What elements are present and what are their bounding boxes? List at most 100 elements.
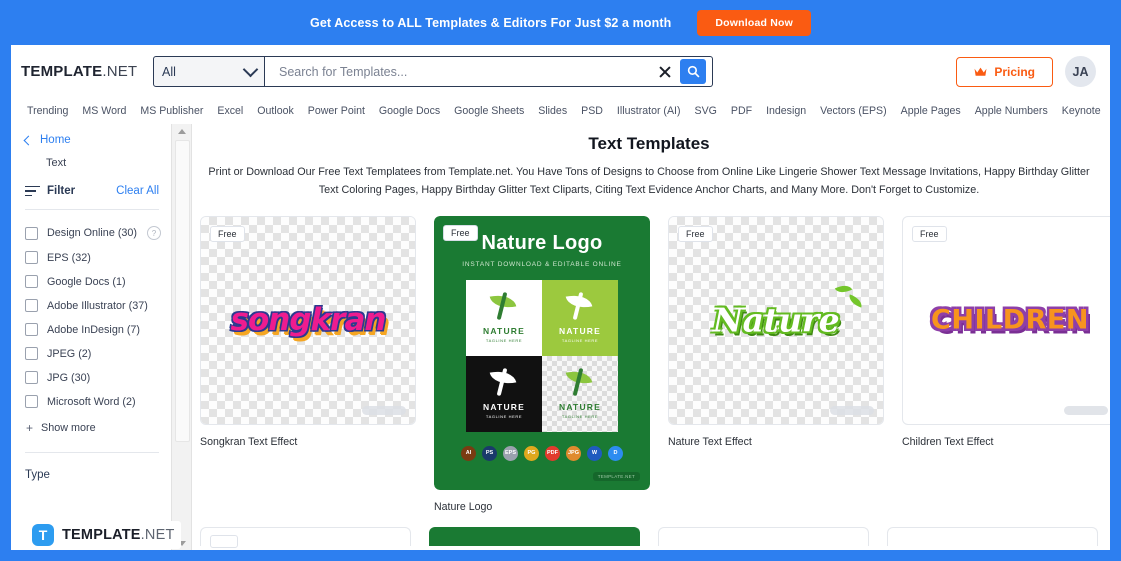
main-content: Text Templates Print or Download Our Fre… xyxy=(190,124,1110,550)
facet-jpeg[interactable]: JPEG (2) xyxy=(25,347,171,360)
brand-tagline: TAGLINE HERE xyxy=(485,338,523,344)
logo-variant-black: NATURE TAGLINE HERE xyxy=(466,355,542,432)
template-card-partial[interactable] xyxy=(200,526,411,548)
template-thumbnail[interactable]: Free Nature xyxy=(668,215,884,425)
artwork-text: CHILDREN xyxy=(931,304,1089,336)
facet-label: Design Online (30) xyxy=(47,227,138,239)
template-card-partial[interactable] xyxy=(887,526,1098,546)
search-input[interactable] xyxy=(277,63,656,80)
pricing-label: Pricing xyxy=(994,64,1035,79)
checkbox[interactable] xyxy=(25,395,38,408)
template-title[interactable]: Nature Logo xyxy=(434,501,650,513)
facet-jpg[interactable]: JPG (30) xyxy=(25,371,171,384)
nav-item-pdf[interactable]: PDF xyxy=(724,105,759,117)
checkbox[interactable] xyxy=(25,299,38,312)
brand-name: NATURE xyxy=(559,402,601,413)
search-field xyxy=(265,56,713,87)
facet-eps[interactable]: EPS (32) xyxy=(25,251,171,264)
pricing-button[interactable]: Pricing xyxy=(956,56,1053,87)
category-select-value: All xyxy=(162,64,176,79)
content-scrollbar[interactable] xyxy=(171,124,192,550)
checkbox[interactable] xyxy=(25,347,38,360)
thumbnail-watermark xyxy=(1064,405,1108,415)
breadcrumb-home[interactable]: Home xyxy=(23,134,171,146)
template-title[interactable]: Songkran Text Effect xyxy=(200,436,416,448)
nav-item-excel[interactable]: Excel xyxy=(210,105,250,117)
scrollbar-thumb[interactable] xyxy=(175,140,190,442)
brand-name: NATURE xyxy=(483,402,525,413)
category-select[interactable]: All xyxy=(153,56,265,87)
checkbox[interactable] xyxy=(25,275,38,288)
brand-tagline: TAGLINE HERE xyxy=(485,414,523,420)
nav-item-power-point[interactable]: Power Point xyxy=(301,105,372,117)
template-thumbnail[interactable]: Free songkran xyxy=(200,215,416,425)
facet-adobe-illustrator[interactable]: Adobe Illustrator (37) xyxy=(25,299,171,312)
leaf-mark-icon xyxy=(488,291,520,322)
template-thumbnail[interactable]: Free CHILDREN xyxy=(902,215,1110,425)
checkbox[interactable] xyxy=(25,226,38,240)
info-icon[interactable]: ? xyxy=(147,226,161,240)
facet-adobe-indesign[interactable]: Adobe InDesign (7) xyxy=(25,323,171,336)
site-page: TEMPLATE.NET All Search for Templates...… xyxy=(11,45,1110,550)
facet-microsoft-word[interactable]: Microsoft Word (2) xyxy=(25,395,171,408)
nav-item-google-docs[interactable]: Google Docs xyxy=(372,105,447,117)
leaf-mark-icon xyxy=(564,291,596,322)
scroll-up-button[interactable] xyxy=(172,124,191,138)
search-button[interactable] xyxy=(680,59,706,84)
logo-variant-green: NATURE TAGLINE HERE xyxy=(542,279,618,356)
page-title: Text Templates xyxy=(588,134,710,153)
checkbox[interactable] xyxy=(25,323,38,336)
nav-item-google-sheets[interactable]: Google Sheets xyxy=(447,105,531,117)
logo-variant-transparent: NATURE TAGLINE HERE xyxy=(542,355,618,432)
type-heading: Type xyxy=(25,469,50,481)
nav-item-illustrator[interactable]: Illustrator (AI) xyxy=(610,105,688,117)
nav-item-indesign[interactable]: Indesign xyxy=(759,105,813,117)
template-thumbnail[interactable]: Nature Logo INSTANT DOWNLOAD & EDITABLE … xyxy=(434,215,650,490)
nav-item-slides[interactable]: Slides xyxy=(531,105,574,117)
template-grid: Free songkran Songkran Text Effect Natur… xyxy=(200,215,1110,513)
template-title[interactable]: Children Text Effect xyxy=(902,436,1110,448)
template-card-partial[interactable] xyxy=(658,526,869,546)
clear-all-button[interactable]: Clear All xyxy=(116,185,159,197)
nav-item-keynote[interactable]: Keynote xyxy=(1055,105,1108,117)
checkbox[interactable] xyxy=(25,371,38,384)
facet-list: Design Online (30) ? EPS (32) Google Doc… xyxy=(25,226,171,408)
filter-label: Filter xyxy=(47,185,76,197)
facet-label: Microsoft Word (2) xyxy=(47,395,136,408)
ai-icon: AI xyxy=(461,445,476,461)
nav-item-psd[interactable]: PSD xyxy=(574,105,610,117)
promo-banner: Get Access to ALL Templates & Editors Fo… xyxy=(0,0,1121,45)
thumbnail-watermark xyxy=(362,405,406,415)
avatar[interactable]: JA xyxy=(1065,56,1096,87)
close-icon[interactable] xyxy=(656,63,674,81)
facet-google-docs[interactable]: Google Docs (1) xyxy=(25,275,171,288)
nav-item-vectors-eps[interactable]: Vectors (EPS) xyxy=(813,105,894,117)
nav-item-apple-numbers[interactable]: Apple Numbers xyxy=(968,105,1055,117)
nav-item-trending[interactable]: Trending xyxy=(25,105,75,117)
template-card-partial[interactable] xyxy=(429,526,640,546)
facet-label: Adobe Illustrator (37) xyxy=(47,299,148,312)
poster-watermark: TEMPLATE.NET xyxy=(592,471,640,481)
format-icon-row: AI PS EPS PG PDF JPG W D xyxy=(461,445,623,461)
template-title[interactable]: Nature Text Effect xyxy=(668,436,884,448)
header-actions: Pricing JA xyxy=(956,56,1096,87)
artwork-text: songkran xyxy=(230,302,386,339)
app-frame: Get Access to ALL Templates & Editors Fo… xyxy=(0,0,1121,561)
show-more-button[interactable]: + Show more xyxy=(26,422,171,434)
logo-light: .NET xyxy=(102,63,138,80)
brand-watermark-text: TEMPLATE.NET xyxy=(62,527,175,543)
nav-item-outlook[interactable]: Outlook xyxy=(250,105,301,117)
nav-item-ms-publisher[interactable]: MS Publisher xyxy=(133,105,210,117)
promo-text: Get Access to ALL Templates & Editors Fo… xyxy=(310,15,672,30)
facet-design-online[interactable]: Design Online (30) ? xyxy=(25,226,171,240)
thumbnail-artwork: CHILDREN xyxy=(903,305,1110,336)
nav-item-svg[interactable]: SVG xyxy=(688,105,724,117)
site-logo[interactable]: TEMPLATE.NET xyxy=(21,63,141,80)
nav-item-ms-word[interactable]: MS Word xyxy=(75,105,133,117)
download-now-button[interactable]: Download Now xyxy=(697,9,811,36)
template-card: Free songkran Songkran Text Effect xyxy=(200,215,416,448)
nav-item-backgrounds[interactable]: Backgrounds xyxy=(1108,105,1110,117)
nav-item-apple-pages[interactable]: Apple Pages xyxy=(894,105,968,117)
checkbox[interactable] xyxy=(25,251,38,264)
facet-label: Google Docs (1) xyxy=(47,275,126,288)
